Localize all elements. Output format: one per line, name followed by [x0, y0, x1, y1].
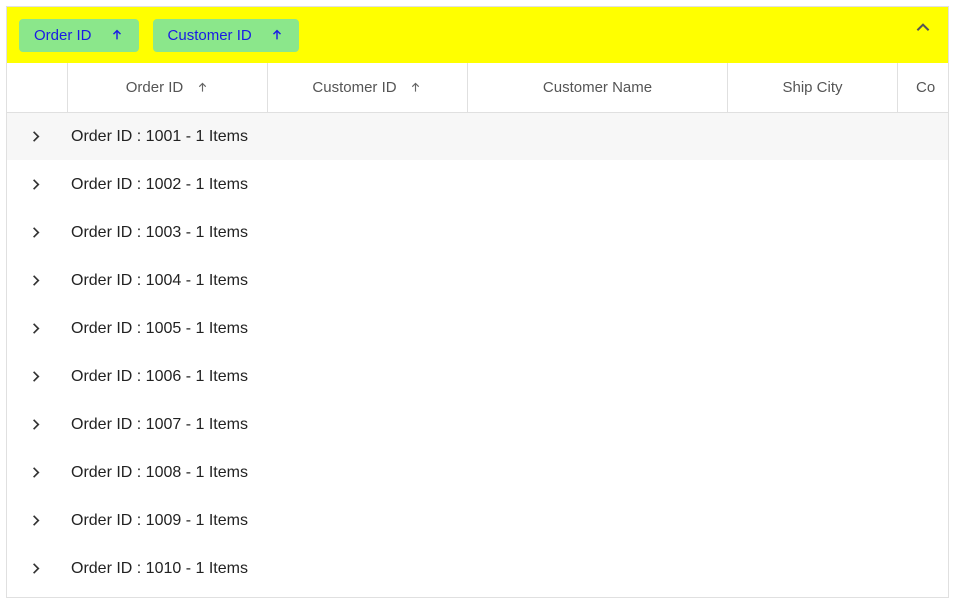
expand-toggle[interactable] [7, 273, 63, 289]
expand-toggle[interactable] [7, 321, 63, 337]
group-row[interactable]: Order ID : 1006 - 1 Items [7, 353, 948, 401]
group-indent-cell [7, 63, 37, 112]
collapse-all-icon[interactable] [914, 19, 932, 37]
group-caption: Order ID : 1001 - 1 Items [63, 128, 948, 146]
group-indent-cell [37, 63, 67, 112]
chevron-right-icon [27, 465, 43, 481]
column-header-label: Ship City [782, 79, 842, 96]
group-caption: Order ID : 1006 - 1 Items [63, 368, 948, 386]
group-caption: Order ID : 1005 - 1 Items [63, 320, 948, 338]
sort-asc-icon [195, 81, 209, 95]
expand-toggle[interactable] [7, 177, 63, 193]
group-rows-container: Order ID : 1001 - 1 Items Order ID : 1002… [7, 113, 948, 593]
chevron-right-icon [27, 321, 43, 337]
group-row[interactable]: Order ID : 1008 - 1 Items [7, 449, 948, 497]
column-header-customer-name[interactable]: Customer Name [467, 63, 727, 112]
chevron-right-icon [27, 513, 43, 529]
group-row[interactable]: Order ID : 1004 - 1 Items [7, 257, 948, 305]
group-caption: Order ID : 1002 - 1 Items [63, 176, 948, 194]
chevron-right-icon [27, 129, 43, 145]
sort-asc-icon [409, 81, 423, 95]
column-header-ship-city[interactable]: Ship City [727, 63, 897, 112]
chevron-right-icon [27, 417, 43, 433]
sort-asc-icon [270, 28, 284, 42]
group-chip-label: Order ID [34, 27, 92, 44]
column-header-country[interactable]: Co [897, 63, 949, 112]
column-header-label: Order ID [126, 79, 184, 96]
group-caption: Order ID : 1008 - 1 Items [63, 464, 948, 482]
expand-toggle[interactable] [7, 561, 63, 577]
column-header-label: Customer Name [543, 79, 652, 96]
expand-toggle[interactable] [7, 465, 63, 481]
group-chip-customer-id[interactable]: Customer ID [153, 19, 299, 52]
group-row[interactable]: Order ID : 1010 - 1 Items [7, 545, 948, 593]
expand-toggle[interactable] [7, 129, 63, 145]
group-row[interactable]: Order ID : 1003 - 1 Items [7, 209, 948, 257]
group-row[interactable]: Order ID : 1002 - 1 Items [7, 161, 948, 209]
chevron-right-icon [27, 273, 43, 289]
chevron-right-icon [27, 369, 43, 385]
chevron-right-icon [27, 177, 43, 193]
group-caption: Order ID : 1010 - 1 Items [63, 560, 948, 578]
group-caption: Order ID : 1004 - 1 Items [63, 272, 948, 290]
column-header-label: Customer ID [312, 79, 396, 96]
group-caption: Order ID : 1007 - 1 Items [63, 416, 948, 434]
group-caption: Order ID : 1009 - 1 Items [63, 512, 948, 530]
column-header-label: Co [916, 79, 935, 96]
column-header-customer-id[interactable]: Customer ID [267, 63, 467, 112]
expand-toggle[interactable] [7, 369, 63, 385]
group-drop-area[interactable]: Order ID Customer ID [7, 7, 948, 63]
chevron-right-icon [27, 561, 43, 577]
sort-asc-icon [110, 28, 124, 42]
expand-toggle[interactable] [7, 225, 63, 241]
group-chip-label: Customer ID [168, 27, 252, 44]
group-chip-order-id[interactable]: Order ID [19, 19, 139, 52]
group-row[interactable]: Order ID : 1009 - 1 Items [7, 497, 948, 545]
group-row[interactable]: Order ID : 1007 - 1 Items [7, 401, 948, 449]
group-row[interactable]: Order ID : 1001 - 1 Items [7, 113, 948, 161]
expand-toggle[interactable] [7, 417, 63, 433]
expand-toggle[interactable] [7, 513, 63, 529]
column-header-order-id[interactable]: Order ID [67, 63, 267, 112]
chevron-right-icon [27, 225, 43, 241]
group-caption: Order ID : 1003 - 1 Items [63, 224, 948, 242]
group-row[interactable]: Order ID : 1005 - 1 Items [7, 305, 948, 353]
data-grid: Order ID Customer ID Order ID [6, 6, 949, 598]
column-header-row: Order ID Customer ID Customer Name Ship … [7, 63, 948, 113]
